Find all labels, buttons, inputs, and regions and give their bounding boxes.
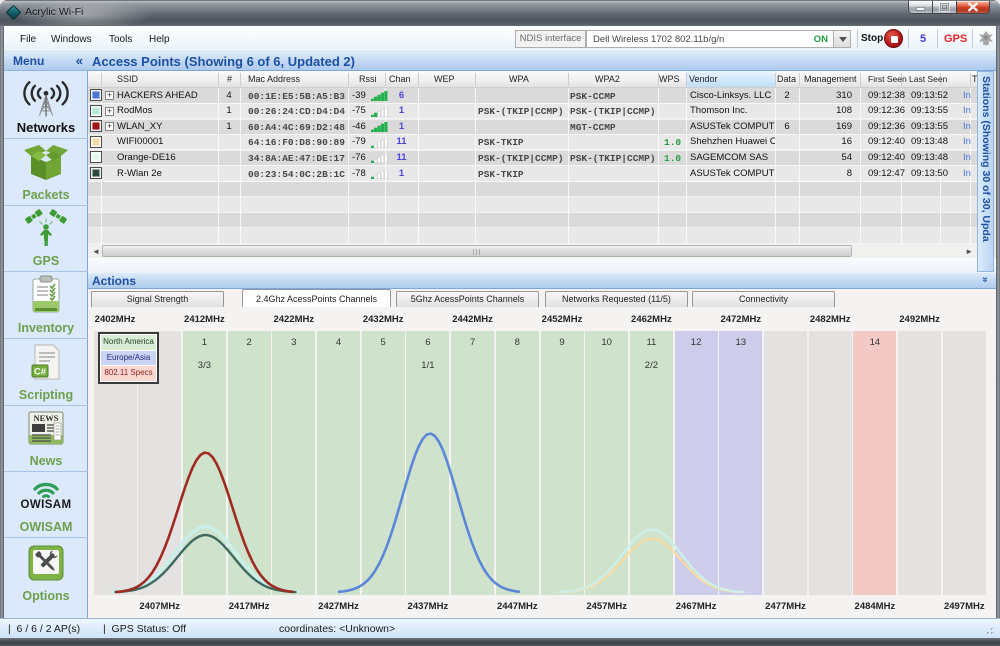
svg-text:OWISAM: OWISAM [21, 499, 72, 510]
svg-text:NEWS: NEWS [33, 413, 58, 423]
svg-text:C#: C# [34, 367, 47, 378]
